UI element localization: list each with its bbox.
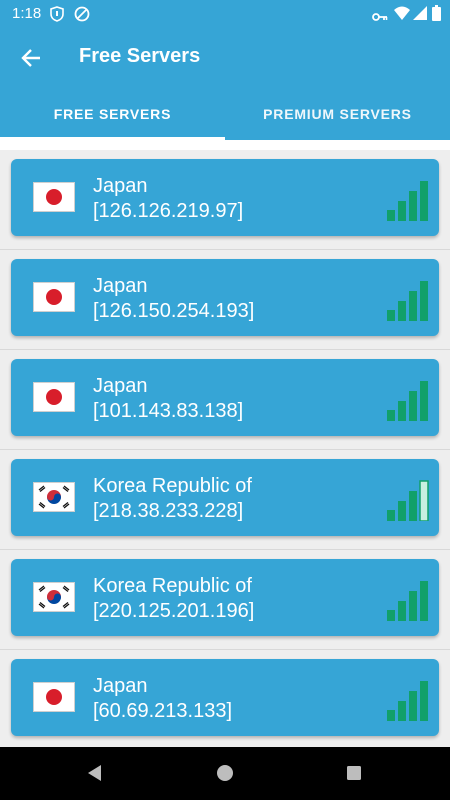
server-card[interactable]: Japan [101.143.83.138] [11, 359, 439, 436]
system-nav-bar [0, 747, 450, 800]
list-item: Korea Republic of [220.125.201.196] [0, 550, 450, 650]
back-arrow-icon[interactable] [18, 44, 46, 72]
server-ip: [218.38.233.228] [93, 500, 244, 522]
japan-flag-icon [33, 382, 75, 412]
japan-flag-icon [33, 682, 75, 712]
nav-home-icon[interactable] [213, 761, 237, 785]
server-ip: [220.125.201.196] [93, 600, 255, 622]
server-country: Japan [93, 175, 148, 197]
battery-icon [432, 5, 441, 26]
list-item: Korea Republic of [218.38.233.228] [0, 450, 450, 550]
server-list[interactable]: Japan [126.126.219.97] Japan [126.150.25… [0, 150, 450, 747]
server-country: Japan [93, 675, 148, 697]
list-item: Japan [126.126.219.97] [0, 150, 450, 250]
signal-strength-icon [387, 575, 431, 621]
nav-recents-icon[interactable] [342, 761, 366, 785]
tab-indicator [0, 137, 225, 140]
signal-strength-icon [387, 175, 431, 221]
cell-signal-icon [413, 6, 427, 25]
server-ip: [126.150.254.193] [93, 300, 255, 322]
korea-flag-icon [33, 582, 75, 612]
server-country: Korea Republic of [93, 475, 252, 497]
list-item: Japan [60.69.213.133] [0, 650, 450, 747]
signal-strength-icon [387, 475, 431, 522]
server-ip: [60.69.213.133] [93, 700, 233, 722]
server-country: Korea Republic of [93, 575, 252, 597]
server-card[interactable]: Japan [126.150.254.193] [11, 259, 439, 336]
server-card[interactable]: Japan [126.126.219.97] [11, 159, 439, 236]
nav-back-icon[interactable] [84, 761, 108, 785]
japan-flag-icon [33, 282, 75, 312]
signal-strength-icon [387, 675, 431, 721]
shield-icon [50, 6, 64, 27]
server-country: Japan [93, 275, 148, 297]
server-ip: [126.126.219.97] [93, 200, 244, 222]
tab-premium-servers[interactable]: PREMIUM SERVERS [225, 88, 450, 140]
korea-flag-icon [33, 482, 75, 512]
list-item: Japan [126.150.254.193] [0, 250, 450, 350]
server-card[interactable]: Korea Republic of [218.38.233.228] [11, 459, 439, 536]
server-ip: [101.143.83.138] [93, 400, 244, 422]
server-card[interactable]: Korea Republic of [220.125.201.196] [11, 559, 439, 636]
page-title: Free Servers [79, 45, 201, 67]
japan-flag-icon [33, 182, 75, 212]
app-bar: Free Servers [0, 28, 450, 88]
vpn-key-icon [372, 9, 388, 27]
wifi-icon [394, 6, 410, 25]
list-item: Japan [101.143.83.138] [0, 350, 450, 450]
signal-strength-icon [387, 275, 431, 321]
server-card[interactable]: Japan [60.69.213.133] [11, 659, 439, 736]
server-country: Japan [93, 375, 148, 397]
tab-free-servers[interactable]: FREE SERVERS [0, 88, 225, 140]
signal-strength-icon [387, 375, 431, 421]
tab-bar: FREE SERVERS PREMIUM SERVERS [0, 88, 450, 140]
no-disturb-icon [74, 6, 90, 27]
status-time: 1:18 [12, 5, 42, 22]
status-bar: 1:18 [0, 0, 450, 28]
